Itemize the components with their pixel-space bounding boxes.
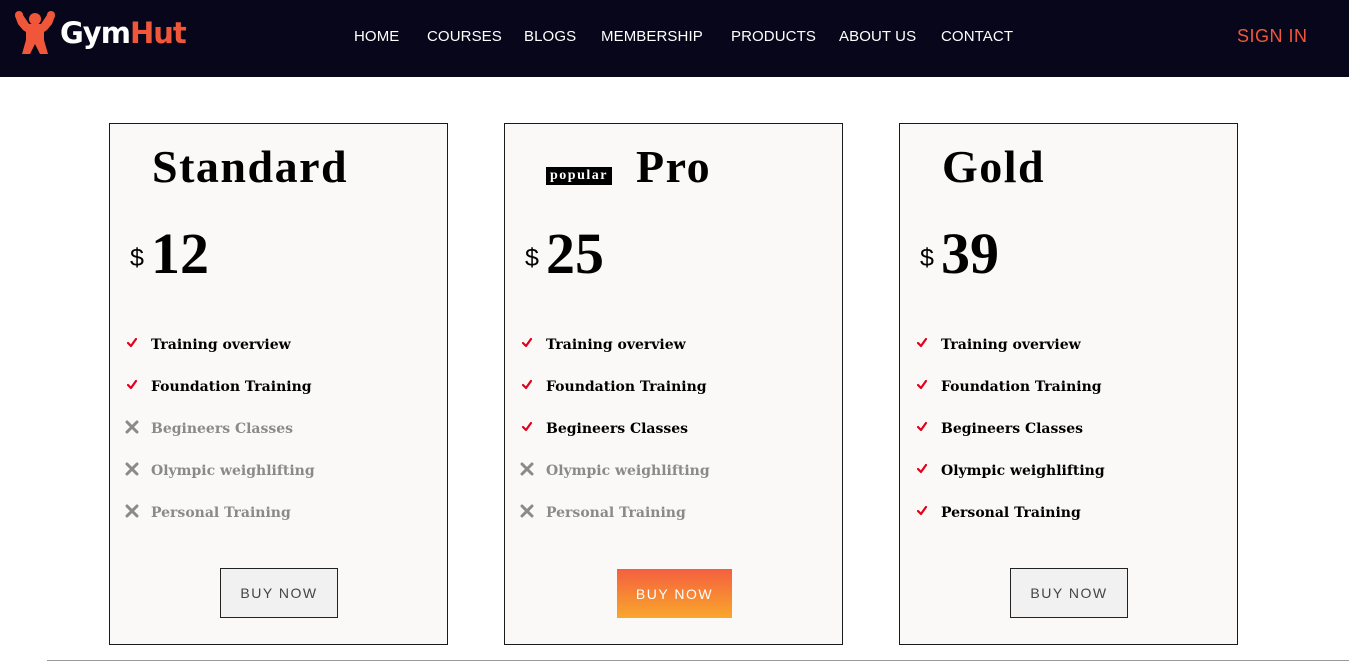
nav-about-us[interactable]: ABOUT US [839,28,916,45]
feature-label: Personal Training [941,505,1081,521]
plan-card-pro: popular Pro $25 Training overview Foundation… [504,123,843,645]
feature-label: Foundation Training [546,379,707,395]
price-amount: 25 [546,221,604,286]
feature-label: Begineers Classes [151,421,294,437]
feature-label: Training overview [941,337,1081,353]
feature-label: Foundation Training [941,379,1102,395]
logo-text-hut: Hut [129,15,187,50]
logo-text-gym: Gym [60,15,131,50]
plan-title: Gold [942,141,1046,192]
feature-item: Training overview [124,334,434,376]
feature-label: Personal Training [151,505,291,521]
nav-courses[interactable]: COURSES [427,28,502,45]
cross-icon [124,418,140,436]
feature-item: Begineers Classes [519,418,829,460]
nav-home[interactable]: HOME [354,28,399,45]
feature-item: Personal Training [124,502,434,544]
cross-icon [519,460,535,478]
currency-symbol: $ [525,244,539,272]
check-icon [124,376,140,394]
cross-icon [124,460,140,478]
feature-list: Training overview Foundation Training Begi… [124,334,434,544]
currency-symbol: $ [130,244,144,272]
feature-label: Training overview [151,337,291,353]
feature-list: Training overview Foundation Training Begi… [914,334,1224,544]
buy-now-button[interactable]: BUY NOW [220,568,338,618]
divider [47,660,1349,661]
nav-contact[interactable]: CONTACT [941,28,1013,45]
feature-item: Foundation Training [519,376,829,418]
plan-card-gold: Gold $39 Training overview Foundation Train… [899,123,1238,645]
nav-products[interactable]: PRODUCTS [731,28,816,45]
check-icon [914,376,930,394]
feature-label: Begineers Classes [546,421,689,437]
cross-icon [519,502,535,520]
check-icon [124,334,140,352]
feature-label: Training overview [546,337,686,353]
nav-blogs[interactable]: BLOGS [524,28,576,45]
logo[interactable]: GymHut [13,8,187,58]
feature-item: Olympic weighlifting [124,460,434,502]
feature-item: Foundation Training [914,376,1224,418]
check-icon [519,418,535,436]
feature-label: Foundation Training [151,379,312,395]
price-amount: 12 [151,221,209,286]
buy-now-button[interactable]: BUY NOW [617,569,732,618]
check-icon [914,418,930,436]
cross-icon [124,502,140,520]
currency-symbol: $ [920,244,934,272]
plan-title: Standard [152,141,349,192]
check-icon [914,334,930,352]
feature-label: Olympic weighlifting [941,463,1105,479]
feature-item: Begineers Classes [914,418,1224,460]
feature-item: Training overview [914,334,1224,376]
feature-item: Olympic weighlifting [914,460,1224,502]
plan-title: Pro [636,141,712,192]
sign-in-link[interactable]: SIGN IN [1237,26,1308,47]
feature-list: Training overview Foundation Training Begi… [519,334,829,544]
feature-item: Personal Training [914,502,1224,544]
popular-badge: popular [546,167,612,185]
feature-item: Foundation Training [124,376,434,418]
check-icon [914,502,930,520]
feature-label: Personal Training [546,505,686,521]
check-icon [519,334,535,352]
top-navbar: GymHut HOME COURSES BLOGS MEMBERSHIP PRO… [0,0,1349,77]
price-amount: 39 [941,221,999,286]
check-icon [914,460,930,478]
feature-item: Olympic weighlifting [519,460,829,502]
muscle-man-icon [15,11,55,54]
feature-label: Begineers Classes [941,421,1084,437]
nav-membership[interactable]: MEMBERSHIP [601,28,703,45]
buy-now-button[interactable]: BUY NOW [1010,568,1128,618]
feature-label: Olympic weighlifting [151,463,315,479]
feature-item: Training overview [519,334,829,376]
feature-label: Olympic weighlifting [546,463,710,479]
check-icon [519,376,535,394]
plan-card-standard: Standard $12 Training overview Foundation T… [109,123,448,645]
feature-item: Personal Training [519,502,829,544]
feature-item: Begineers Classes [124,418,434,460]
